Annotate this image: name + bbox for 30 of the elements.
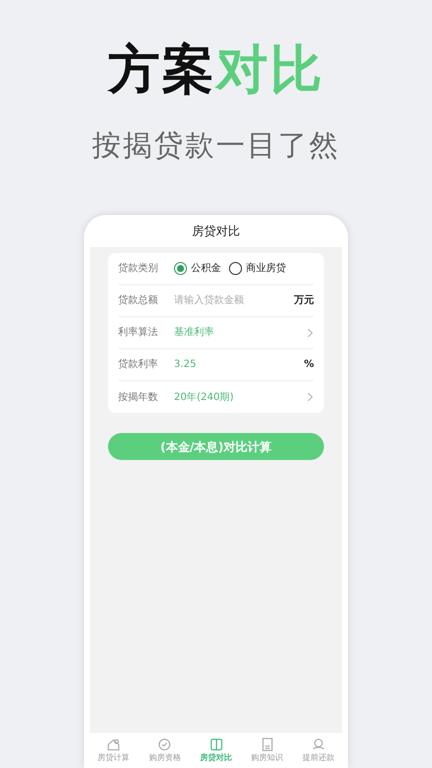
- field-label: 贷款利率: [118, 358, 159, 372]
- house-icon: [106, 737, 122, 752]
- field-label: 利率算法: [118, 326, 159, 340]
- nav-tab[interactable]: 购房资格: [139, 737, 190, 764]
- person-icon: [310, 737, 326, 752]
- unit-label: %: [304, 358, 314, 372]
- subtitle: 按揭贷款一目了然: [91, 127, 341, 164]
- headline-text: 对比: [216, 40, 324, 100]
- nav-tab[interactable]: 购房知识: [242, 737, 293, 764]
- select-value[interactable]: 基准利率: [174, 325, 214, 340]
- amount-input[interactable]: 请输入贷款金额: [174, 293, 284, 308]
- unit-label: 万元: [294, 294, 314, 308]
- check-circle-icon: [157, 737, 172, 752]
- chevron-icon: [307, 392, 314, 402]
- headline-text: 方案: [108, 40, 216, 100]
- nav-tab[interactable]: 房贷计算: [88, 737, 140, 764]
- select-value[interactable]: 20年(240期): [174, 390, 234, 404]
- calculate-button[interactable]: (本金/本息)对比计算: [108, 433, 324, 460]
- nav-tab[interactable]: 房贷对比: [190, 737, 242, 764]
- field-label: 贷款类别: [118, 262, 159, 276]
- screen-title: 房贷对比: [192, 223, 240, 240]
- field-label: 按揭年数: [118, 390, 159, 404]
- radio-option[interactable]: 公积金: [174, 261, 221, 276]
- rate-value: 3.25: [174, 358, 196, 372]
- radio-option[interactable]: 商业房贷: [229, 261, 286, 276]
- chevron-icon: [307, 328, 314, 338]
- document-icon: [260, 737, 275, 752]
- nav-tab[interactable]: 提前还款: [292, 737, 344, 764]
- field-label: 贷款总额: [118, 294, 159, 308]
- book-icon: [208, 737, 224, 752]
